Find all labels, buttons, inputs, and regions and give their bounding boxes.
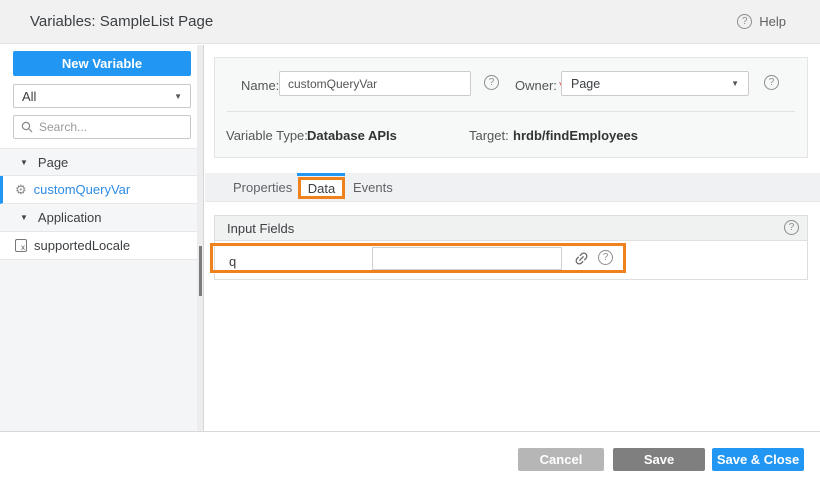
help-label: Help [759,14,786,29]
caret-down-icon: ▼ [20,213,28,222]
active-tab-indicator [297,173,345,176]
variable-type-label: Variable Type: [226,128,308,143]
sidebar-scrollbar-track [197,45,204,431]
title-bar: Variables: SampleList Page ? Help [0,0,820,44]
input-field-help-icon[interactable]: ? [598,250,613,265]
variables-tree: ▼ Page ⚙ customQueryVar ▼ Application x … [0,148,197,260]
caret-down-icon: ▼ [20,158,28,167]
variable-filter-value: All [22,89,36,104]
owner-select[interactable]: Page ▼ [561,71,749,96]
service-variable-icon: ⚙ [15,183,27,196]
footer-bar: Cancel Save Save & Close [0,431,820,489]
cancel-button[interactable]: Cancel [518,448,604,471]
name-help-icon[interactable]: ? [484,75,499,90]
help-button[interactable]: ? Help [737,14,786,29]
sidebar-empty-area [0,260,197,431]
sidebar-scrollbar-thumb[interactable] [199,246,202,296]
chevron-down-icon: ▼ [174,92,182,101]
tree-item-label: customQueryVar [34,182,131,197]
tree-item-label: supportedLocale [34,238,130,253]
owner-help-icon[interactable]: ? [764,75,779,90]
owner-label: Owner:* [515,78,564,93]
tree-group-label: Application [38,210,102,225]
tree-group-label: Page [38,155,68,170]
help-icon: ? [737,14,752,29]
input-fields-panel: Input Fields ? q ? [214,215,808,280]
page-title: Variables: SampleList Page [30,13,213,30]
tab-properties[interactable]: Properties [233,180,292,195]
input-fields-header: Input Fields ? [215,216,807,241]
input-field-q-label: q [229,254,236,269]
bind-link-icon[interactable] [572,249,590,267]
divider [227,111,795,112]
tree-item-customqueryvar[interactable]: ⚙ customQueryVar [0,176,197,204]
search-input[interactable] [39,120,169,134]
tab-bar: Properties Data Events [205,173,820,202]
target-label: Target: [469,128,509,143]
tree-group-page[interactable]: ▼ Page [0,148,197,176]
tab-data[interactable]: Data [298,177,345,199]
owner-select-value: Page [571,77,600,91]
variable-detail-panel: Name:* ? Owner:* Page ▼ ? Variable Type:… [205,45,820,431]
save-button[interactable]: Save [613,448,705,471]
input-fields-title: Input Fields [227,221,294,236]
input-field-q[interactable] [372,247,562,270]
variable-summary-panel: Name:* ? Owner:* Page ▼ ? Variable Type:… [214,57,808,158]
search-icon [21,121,33,133]
new-variable-button[interactable]: New Variable [13,51,191,76]
tree-item-supportedlocale[interactable]: x supportedLocale [0,232,197,260]
variable-filter-select[interactable]: All ▼ [13,84,191,108]
tab-events[interactable]: Events [353,180,393,195]
save-and-close-button[interactable]: Save & Close [712,448,804,471]
tab-data-label: Data [308,181,335,196]
variables-sidebar: New Variable All ▼ ▼ Page ⚙ customQueryV… [0,45,197,431]
target-value: hrdb/findEmployees [513,128,638,143]
variable-type-value: Database APIs [307,128,397,143]
variable-search[interactable] [13,115,191,139]
variables-dialog: Variables: SampleList Page ? Help New Va… [0,0,820,489]
chevron-down-icon: ▼ [731,79,739,88]
locale-variable-icon: x [15,239,27,252]
input-fields-help-icon[interactable]: ? [784,220,799,235]
tree-group-application[interactable]: ▼ Application [0,204,197,232]
name-field[interactable] [279,71,471,96]
